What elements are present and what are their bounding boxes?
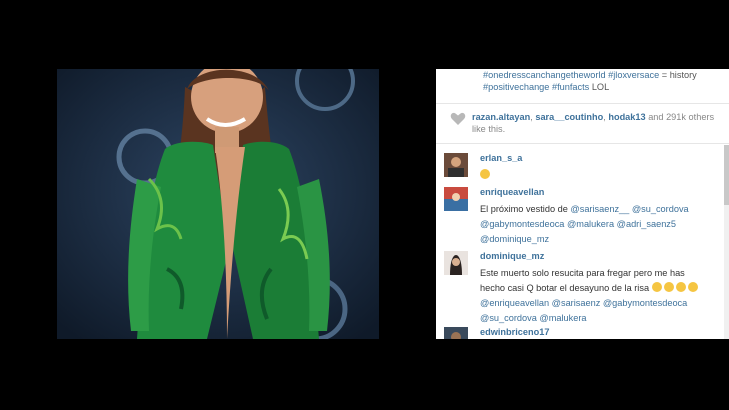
comment-username[interactable]: erlan_s_a xyxy=(480,153,522,163)
comment-text xyxy=(480,168,716,183)
like-user-link[interactable]: hodak13 xyxy=(608,112,645,122)
laughing-emoji-icon xyxy=(651,282,662,292)
comment-text: El próximo vestido de @sarisaenz__ @su_c… xyxy=(480,202,716,247)
scrollbar-thumb[interactable] xyxy=(724,145,729,205)
caption-hashtag-part[interactable]: xversace xyxy=(622,70,659,80)
heart-icon[interactable] xyxy=(450,112,466,126)
comment-mentions[interactable]: @su_cordova @malukera xyxy=(480,313,587,323)
caption-text: = history xyxy=(661,70,697,80)
comment-mentions[interactable]: @enriqueavellan @sarisaenz @gabymontesde… xyxy=(480,298,687,308)
caption-hashtags[interactable]: #onedresscanchangetheworld #jlo xyxy=(483,70,622,80)
comment-body: Este muerto solo resucita para fregar pe… xyxy=(480,268,685,278)
comment-item: enriqueavellan El próximo vestido de @sa… xyxy=(444,187,716,251)
laughing-emoji-icon xyxy=(663,282,674,292)
divider xyxy=(436,103,729,104)
comment-body: El próximo vestido de xyxy=(480,204,568,214)
avatar[interactable] xyxy=(444,251,468,275)
comment-body: hecho casi Q botar el desayuno de la ris… xyxy=(480,283,650,293)
laughing-emoji-icon xyxy=(675,282,686,292)
laughing-emoji-icon xyxy=(687,282,698,292)
comment-mentions[interactable]: @dominique_mz xyxy=(480,234,549,244)
comment-mentions[interactable]: @gabymontesdeoca @malukera @adri_saenz5 xyxy=(480,219,676,229)
caption-hashtags-2[interactable]: #positivechange #funfacts xyxy=(483,82,589,92)
comment-mentions[interactable]: @sarisaenz__ @su_cordova xyxy=(570,204,688,214)
avatar[interactable] xyxy=(444,187,468,211)
likes-summary: razan.altayan, sara__coutinho, hodak13 a… xyxy=(472,112,715,134)
comment-item: edwinbriceno17 xyxy=(444,327,716,339)
post-photo xyxy=(57,69,379,339)
comment-username[interactable]: enriqueavellan xyxy=(480,187,544,197)
comment-item: dominique_mz Este muerto solo resucita p… xyxy=(444,251,716,323)
comment-text: Este muerto solo resucita para fregar pe… xyxy=(480,266,716,326)
comments-panel: #onedresscanchangetheworld #jloxversace … xyxy=(436,69,729,339)
smiley-emoji-icon xyxy=(480,169,490,179)
comment-username[interactable]: edwinbriceno17 xyxy=(480,327,549,337)
divider xyxy=(436,143,729,144)
avatar[interactable] xyxy=(444,153,468,177)
like-user-link[interactable]: sara__coutinho xyxy=(535,112,603,122)
caption-text-2: LOL xyxy=(591,82,610,92)
post-caption: #onedresscanchangetheworld #jloxversace … xyxy=(483,69,723,93)
comment-username[interactable]: dominique_mz xyxy=(480,251,544,261)
avatar[interactable] xyxy=(444,327,468,339)
comment-item: erlan_s_a xyxy=(444,153,716,183)
like-user-link[interactable]: razan.altayan xyxy=(472,112,530,122)
